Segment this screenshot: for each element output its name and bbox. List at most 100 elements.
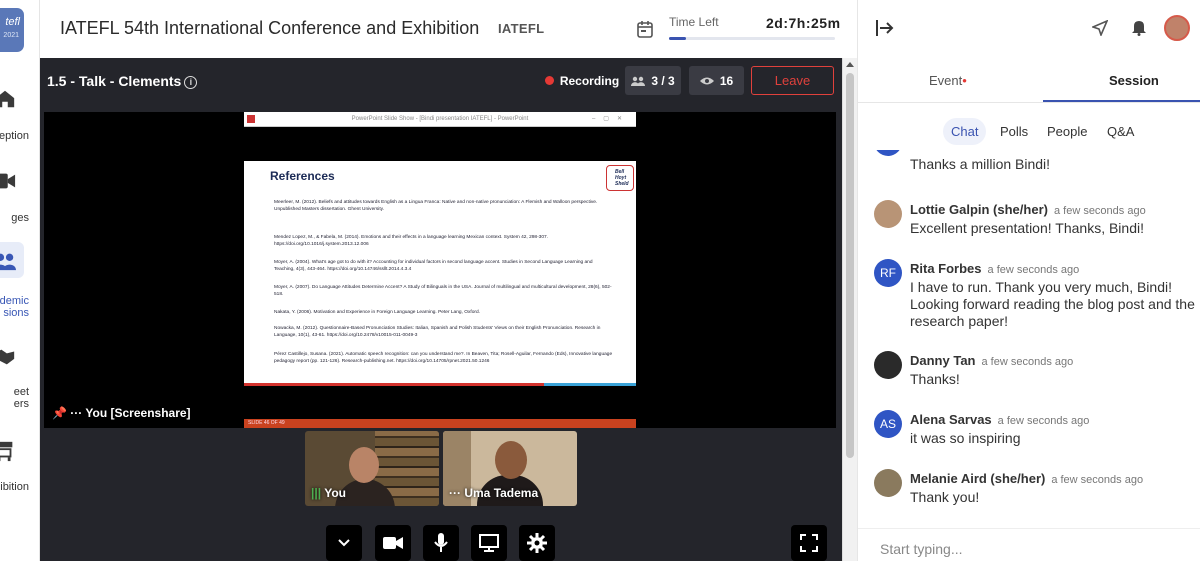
time-left-progress-fill <box>669 37 686 40</box>
leave-button[interactable]: Leave <box>751 66 834 95</box>
tab-event-label: Event <box>929 73 963 88</box>
subtab-polls[interactable]: Polls <box>1000 124 1028 139</box>
reference-item: Nakata, Y. (2006). Motivation and Experi… <box>274 310 480 315</box>
message-sender: Danny Tan a few seconds ago <box>910 353 1073 368</box>
tab-session[interactable]: Session <box>1109 73 1159 88</box>
session-stage: 1.5 - Talk - Clements i Recording 3 / 3 1… <box>40 58 842 561</box>
active-tab-underline <box>1043 100 1200 102</box>
message-time: a few seconds ago <box>997 415 1090 427</box>
info-icon[interactable]: i <box>184 76 198 89</box>
sender-name: Melanie Aird (she/her) <box>910 471 1046 486</box>
send-icon[interactable] <box>1092 20 1108 36</box>
avatar[interactable] <box>874 351 902 379</box>
viewers-count[interactable]: 16 <box>689 66 744 95</box>
pin-icon[interactable]: 📌 <box>52 406 67 420</box>
time-left-progress <box>669 37 835 40</box>
tile-name: ··· Uma Tadema <box>449 486 538 500</box>
booth-icon <box>0 441 13 462</box>
microphone-button[interactable] <box>423 525 459 561</box>
message-text: Excellent presentation! Thanks, Bindi! <box>910 220 1144 236</box>
left-nav: tefl 2021 eption ges demic sions eet ers… <box>0 0 40 561</box>
nav-item-label: demic sions <box>0 295 29 319</box>
time-left-value: 2d:7h:25m <box>766 15 841 31</box>
bell-icon[interactable] <box>1131 19 1147 36</box>
gear-icon <box>527 533 547 553</box>
chat-input[interactable]: Start typing... <box>858 528 1200 561</box>
avatar[interactable]: AS <box>874 410 902 438</box>
people-icon <box>0 253 16 271</box>
sender-name: Lottie Galpin (she/her) <box>910 202 1048 217</box>
message-time: a few seconds ago <box>987 264 1080 276</box>
handshake-icon <box>0 349 15 365</box>
message-time: a few seconds ago <box>981 356 1074 368</box>
camera-icon <box>383 537 403 549</box>
collapse-button[interactable] <box>326 525 362 561</box>
session-title: 1.5 - Talk - Clements i <box>47 73 198 89</box>
scrollbar-thumb[interactable] <box>846 73 854 458</box>
reference-item: Pérez Castillejo, Susana. (2021). Automa… <box>274 352 613 364</box>
message-sender: Rita Forbes a few seconds ago <box>910 261 1079 276</box>
slide-stripe <box>544 383 636 386</box>
participants-count[interactable]: 3 / 3 <box>625 66 681 95</box>
person-face <box>495 441 527 479</box>
sender-name: Alena Sarvas <box>910 412 992 427</box>
organizer-name[interactable]: IATEFL <box>498 21 544 36</box>
chat-messages[interactable]: Thanks a million Bindi! Lottie Galpin (s… <box>858 150 1200 528</box>
avatar[interactable] <box>874 469 902 497</box>
reference-item: Mendez Lopez, M., & Fabela, M. (2014). E… <box>274 235 549 247</box>
message-sender: Lottie Galpin (she/her) a few seconds ago <box>910 202 1146 217</box>
logo-text: tefl <box>5 16 20 28</box>
screenshare-label: 📌 ··· You [Screenshare] <box>52 406 191 420</box>
slide-stripe <box>244 383 544 386</box>
app-window: tefl 2021 eption ges demic sions eet ers… <box>0 0 1200 561</box>
subtab-people[interactable]: People <box>1047 124 1087 139</box>
calendar-icon[interactable] <box>637 20 653 38</box>
unread-dot: • <box>962 73 967 88</box>
avatar[interactable] <box>874 200 902 228</box>
sender-name: Danny Tan <box>910 353 976 368</box>
chevron-down-icon <box>338 539 350 547</box>
message-text: I have to run. Thank you very much, Bind… <box>910 279 1195 329</box>
time-left-label: Time Left <box>669 15 719 29</box>
collapse-panel-icon[interactable] <box>876 19 894 37</box>
reference-item: Meerleer, M. (2012). Beliefs and attitud… <box>274 200 598 212</box>
nav-item-label: ges <box>11 212 29 224</box>
video-tile-uma-tadema[interactable]: ··· Uma Tadema <box>443 431 577 506</box>
slide-badge: Bell Hoyt Sheld <box>606 165 634 191</box>
session-subtabs: Chat Polls People Q&A <box>858 116 1200 148</box>
settings-button[interactable] <box>519 525 555 561</box>
screenshare-owner: ··· You [Screenshare] <box>70 406 191 420</box>
conference-logo[interactable]: tefl 2021 <box>0 8 24 52</box>
video-tile-you[interactable]: ||| You <box>305 431 439 506</box>
stage-scrollbar[interactable] <box>842 58 857 561</box>
screenshare-button[interactable] <box>471 525 507 561</box>
message-sender: Melanie Aird (she/her) a few seconds ago <box>910 471 1143 486</box>
subtab-chat[interactable]: Chat <box>943 118 987 145</box>
message-text: it was so inspiring <box>910 430 1021 446</box>
user-avatar[interactable] <box>1164 15 1190 41</box>
home-icon <box>0 90 15 108</box>
message-text: Thanks a million Bindi! <box>910 156 1051 172</box>
powerpoint-icon <box>247 115 255 123</box>
nav-item-label: eption <box>0 130 29 142</box>
person-face <box>349 447 379 483</box>
video-icon <box>0 173 16 189</box>
slide-heading: References <box>270 169 335 183</box>
participants-value: 3 / 3 <box>651 73 675 88</box>
screenshare-view: PowerPoint Slide Show - [Bindi presentat… <box>44 112 836 428</box>
tile-name-text: You <box>324 486 346 500</box>
camera-button[interactable] <box>375 525 411 561</box>
more-options-icon: ··· <box>449 486 461 500</box>
tab-event[interactable]: Event• <box>929 73 967 88</box>
reference-item: Moyer, A. (2004). What's age got to do w… <box>274 260 593 272</box>
ppt-window-title: PowerPoint Slide Show - [Bindi presentat… <box>351 116 529 122</box>
reference-item: Nowacka, M. (2012). Questionnaire-Based … <box>274 326 601 338</box>
avatar[interactable]: RF <box>874 259 902 287</box>
eye-icon <box>699 77 714 84</box>
session-title-text: 1.5 - Talk - Clements <box>47 73 182 89</box>
scroll-up-icon[interactable] <box>846 62 854 67</box>
tile-name: ||| You <box>311 486 346 500</box>
recording-label: Recording <box>559 73 620 88</box>
fullscreen-button[interactable] <box>791 525 827 561</box>
subtab-qa[interactable]: Q&A <box>1107 124 1134 139</box>
